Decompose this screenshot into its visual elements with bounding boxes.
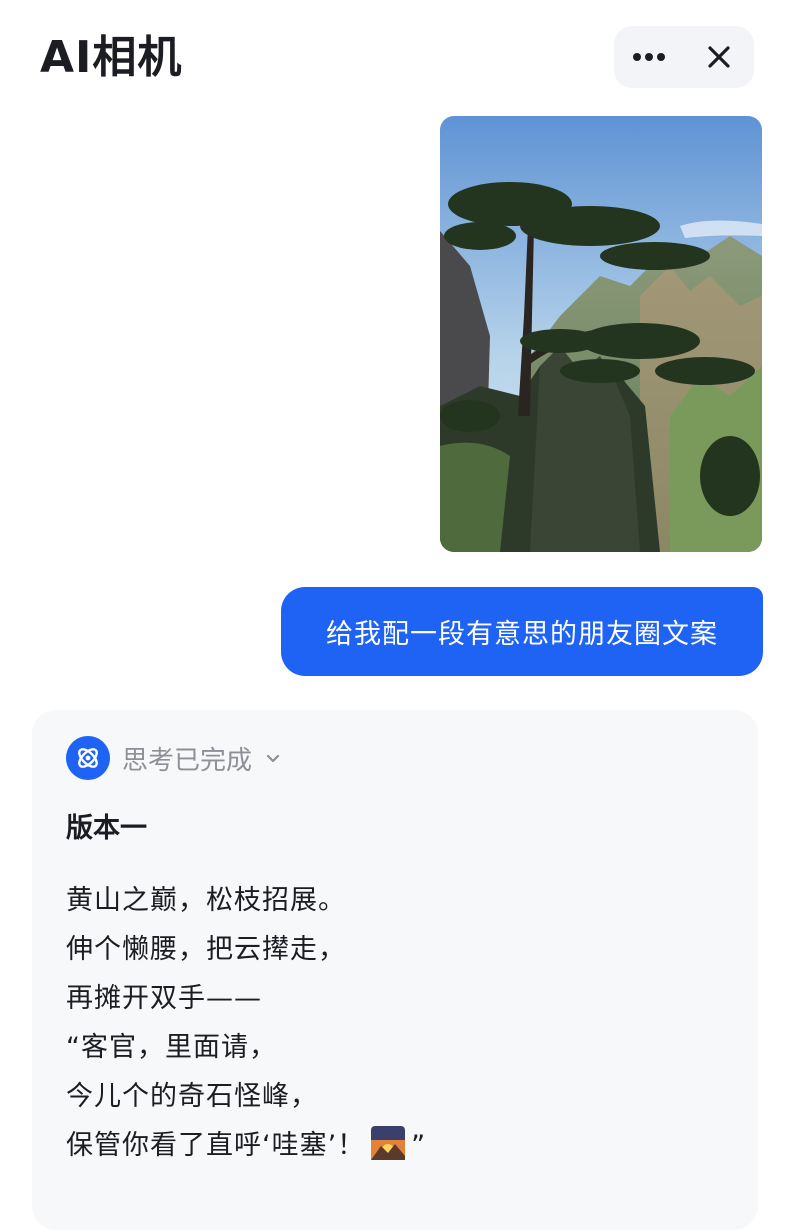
page-title: AI相机 [40,32,183,83]
poem-closing-quote: ” [411,1130,427,1161]
version-title: 版本一 [66,813,147,844]
uploaded-photo[interactable] [440,116,762,552]
sunrise-emoji-icon [371,1126,406,1160]
poem-line: 伸个懒腰，把云撵走， [66,934,346,965]
poem-text: 黄山之巅，松枝招展。 伸个懒腰，把云撵走， 再摊开双手—— “客官，里面请， 今… [66,876,426,1170]
ai-response-card: 思考已完成 版本一 黄山之巅，松枝招展。 伸个懒腰，把云撵走， 再摊开双手—— … [32,710,758,1230]
poem-line: 再摊开双手—— [66,983,262,1014]
ai-logo-icon [66,736,110,780]
thinking-status-text: 思考已完成 [122,745,253,776]
more-button[interactable] [621,29,677,85]
user-message-text: 给我配一段有意思的朋友圈文案 [326,619,718,650]
poem-line: “客官，里面请， [66,1032,277,1063]
poem-line: 保管你看了直呼‘哇塞’！ [66,1130,366,1161]
poem-line: 今儿个的奇石怪峰， [66,1081,318,1112]
top-actions-capsule [614,26,754,88]
user-message-bubble[interactable]: 给我配一段有意思的朋友圈文案 [281,587,763,676]
thinking-status-toggle[interactable]: 思考已完成 [66,736,282,780]
poem-line-last: 保管你看了直呼‘哇塞’！ ” [66,1121,426,1170]
more-dots-icon [633,53,665,61]
close-icon [708,46,730,68]
chevron-down-icon [266,754,280,763]
poem-line: 黄山之巅，松枝招展。 [66,885,346,916]
close-button[interactable] [691,29,747,85]
